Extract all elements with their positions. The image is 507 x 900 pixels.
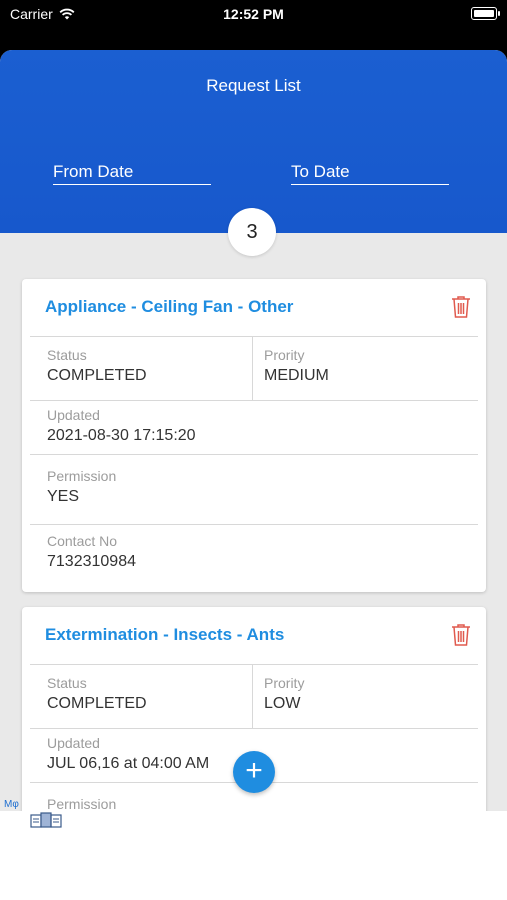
updated-cell: Updated JUL 06,16 at 04:00 AM (47, 735, 209, 773)
permission-cell: Permission (47, 796, 116, 811)
request-title: Appliance - Ceiling Fan - Other (45, 297, 294, 316)
status-value: COMPLETED (47, 367, 147, 384)
status-bar: Carrier 12:52 PM (0, 0, 507, 30)
priority-label: Prority (264, 675, 305, 691)
contact-row: Contact No 7132310984 (30, 524, 478, 588)
request-list[interactable]: Appliance - Ceiling Fan - Other Status C… (0, 233, 507, 811)
permission-cell: Permission YES (47, 468, 116, 506)
contact-value: 7132310984 (47, 553, 136, 570)
priority-cell: Prority LOW (264, 675, 304, 713)
updated-label: Updated (47, 735, 100, 751)
contact-cell: Contact No 7132310984 (47, 533, 136, 571)
bottom-area (0, 811, 507, 900)
battery-icon (471, 7, 500, 20)
updated-value: JUL 06,16 at 04:00 AM (47, 755, 210, 772)
page-title: Request List (206, 76, 301, 95)
divider (252, 665, 253, 729)
status-priority-row: Status COMPLETED Prority MEDIUM (30, 336, 478, 401)
ad-logo-icon[interactable] (30, 810, 62, 830)
delete-icon[interactable] (450, 295, 472, 319)
add-request-button[interactable]: + (233, 751, 275, 793)
updated-cell: Updated 2021-08-30 17:15:20 (47, 407, 196, 445)
updated-value: 2021-08-30 17:15:20 (47, 427, 196, 444)
contact-label: Contact No (47, 533, 118, 549)
status-label: Status (47, 347, 87, 363)
request-count-badge: 3 (228, 208, 276, 256)
clock: 12:52 PM (223, 6, 284, 22)
permission-label: Permission (47, 468, 117, 484)
priority-value: MEDIUM (264, 367, 329, 384)
ad-tag: Mφ (4, 799, 19, 810)
to-date-field[interactable]: To Date (291, 162, 449, 185)
from-date-field[interactable]: From Date (53, 162, 211, 185)
permission-label: Permission (47, 796, 117, 811)
status-value: COMPLETED (47, 695, 147, 712)
priority-cell: Prority MEDIUM (264, 347, 329, 385)
status-cell: Status COMPLETED (47, 347, 147, 385)
updated-row: Updated 2021-08-30 17:15:20 (30, 400, 478, 454)
header: Request List From Date To Date (0, 50, 507, 233)
priority-label: Prority (264, 347, 305, 363)
updated-label: Updated (47, 407, 100, 423)
permission-value: YES (47, 488, 80, 505)
app-screen: Request List From Date To Date Appliance… (0, 50, 507, 900)
delete-icon[interactable] (450, 623, 472, 647)
status-label: Status (47, 675, 87, 691)
permission-row: Permission YES (30, 454, 478, 524)
request-title: Extermination - Insects - Ants (45, 625, 285, 644)
status-priority-row: Status COMPLETED Prority LOW (30, 664, 478, 729)
status-cell: Status COMPLETED (47, 675, 147, 713)
divider (252, 337, 253, 401)
priority-value: LOW (264, 695, 301, 712)
request-card[interactable]: Appliance - Ceiling Fan - Other Status C… (22, 279, 486, 592)
